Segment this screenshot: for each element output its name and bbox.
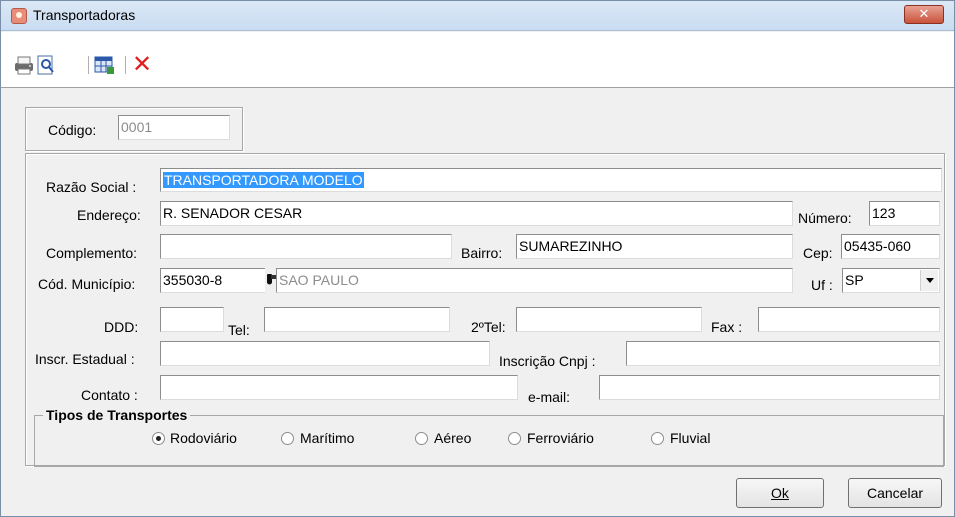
inscr-estadual-label: Inscr. Estadual : bbox=[35, 351, 135, 367]
cep-label: Cep: bbox=[803, 245, 833, 261]
contato-field[interactable] bbox=[160, 375, 518, 400]
complemento-field[interactable] bbox=[160, 234, 452, 259]
radio-fluvial[interactable] bbox=[651, 432, 664, 445]
ddd-label: DDD: bbox=[104, 319, 139, 335]
ok-button-label: Ok bbox=[771, 485, 789, 501]
bairro-label: Bairro: bbox=[461, 245, 503, 261]
chevron-down-icon[interactable] bbox=[920, 270, 938, 291]
inscr-estadual-field[interactable] bbox=[160, 341, 490, 366]
endereco-label: Endereço: bbox=[77, 207, 141, 223]
grid-icon[interactable] bbox=[93, 54, 115, 76]
cod-municipio-field[interactable]: 355030-8 bbox=[160, 268, 265, 293]
cancelar-button[interactable]: Cancelar bbox=[848, 478, 942, 508]
radio-ferroviario[interactable] bbox=[508, 432, 521, 445]
email-label: e-mail: bbox=[528, 389, 571, 405]
radio-rodoviario-label[interactable]: Rodoviário bbox=[170, 430, 237, 446]
tel-field[interactable] bbox=[264, 307, 450, 332]
print-preview-icon[interactable] bbox=[35, 54, 57, 76]
title-bar: Transportadoras ✕ bbox=[1, 1, 954, 31]
cep-field[interactable]: 05435-060 bbox=[841, 234, 940, 259]
razao-social-field[interactable]: TRANSPORTADORA MODELO bbox=[160, 168, 942, 192]
uf-value: SP bbox=[845, 272, 864, 288]
tipos-transportes-legend: Tipos de Transportes bbox=[43, 407, 191, 423]
numero-label: Número: bbox=[798, 210, 852, 226]
tel2-field[interactable] bbox=[516, 307, 702, 332]
endereco-field[interactable]: R. SENADOR CESAR bbox=[160, 201, 793, 226]
uf-label: Uf : bbox=[811, 277, 833, 293]
window-title: Transportadoras bbox=[33, 7, 136, 23]
razao-social-value: TRANSPORTADORA MODELO bbox=[163, 172, 364, 188]
radio-maritimo-label[interactable]: Marítimo bbox=[300, 430, 354, 446]
ddd-field[interactable] bbox=[160, 307, 224, 332]
radio-ferroviario-label[interactable]: Ferroviário bbox=[527, 430, 594, 446]
uf-select[interactable]: SP bbox=[842, 268, 940, 293]
toolbar-separator bbox=[88, 56, 89, 74]
cancelar-button-label: Cancelar bbox=[866, 485, 924, 501]
numero-field[interactable]: 123 bbox=[869, 201, 940, 226]
tel2-label: 2ºTel: bbox=[471, 319, 506, 335]
cod-municipio-label: Cód. Município: bbox=[38, 276, 136, 292]
toolbar-separator bbox=[125, 56, 126, 74]
fax-label: Fax : bbox=[711, 319, 743, 335]
transportadoras-window: Transportadoras ✕ ✕ Código: 0001 Razão S… bbox=[0, 0, 955, 517]
radio-aereo[interactable] bbox=[415, 432, 428, 445]
toolbar: ✕ bbox=[1, 32, 954, 88]
delete-icon[interactable]: ✕ bbox=[132, 52, 154, 76]
radio-fluvial-label[interactable]: Fluvial bbox=[670, 430, 710, 446]
complemento-label: Complemento: bbox=[46, 245, 138, 261]
email-field[interactable] bbox=[599, 375, 940, 400]
radio-aereo-label[interactable]: Aéreo bbox=[434, 430, 471, 446]
printer-icon[interactable] bbox=[13, 54, 35, 76]
tel-label: Tel: bbox=[228, 322, 250, 338]
codigo-label: Código: bbox=[48, 122, 97, 138]
inscricao-cnpj-label: Inscrição Cnpj : bbox=[499, 353, 596, 369]
codigo-field[interactable]: 0001 bbox=[118, 115, 230, 140]
radio-rodoviario[interactable] bbox=[152, 432, 165, 445]
bairro-field[interactable]: SUMAREZINHO bbox=[516, 234, 793, 259]
fax-field[interactable] bbox=[758, 307, 940, 332]
municipio-name-field[interactable]: SAO PAULO bbox=[276, 268, 793, 293]
ok-button[interactable]: Ok bbox=[736, 478, 824, 508]
close-button[interactable]: ✕ bbox=[904, 5, 944, 24]
radio-maritimo[interactable] bbox=[281, 432, 294, 445]
contato-label: Contato : bbox=[81, 387, 138, 403]
razao-social-label: Razão Social : bbox=[46, 179, 137, 195]
app-icon bbox=[11, 8, 27, 24]
inscricao-cnpj-field[interactable] bbox=[626, 341, 940, 366]
